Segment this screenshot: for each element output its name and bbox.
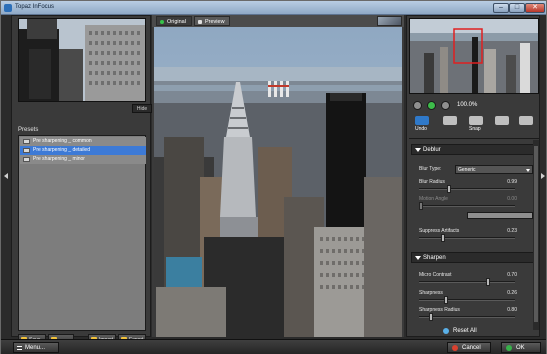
tab-preview[interactable]: Preview [194, 16, 230, 26]
slider-thumb[interactable] [447, 185, 451, 193]
undo-label: Undo [415, 126, 427, 132]
preview-area: Original Preview [152, 15, 404, 337]
suppress-artifacts-slider[interactable] [419, 234, 515, 242]
zoom-level: 100.0% [457, 102, 478, 108]
motion-angle-slider[interactable] [419, 202, 515, 210]
motion-angle-bar[interactable] [467, 212, 533, 219]
zoom-fit-icon[interactable] [427, 101, 436, 110]
slider-thumb[interactable] [486, 278, 490, 286]
split-view-icon[interactable] [377, 16, 402, 26]
deblur-section-header[interactable]: Deblur [411, 144, 537, 155]
sharpness-radius-slider[interactable] [419, 313, 515, 321]
cancel-button[interactable]: Cancel [447, 342, 491, 353]
panel-scrollbar[interactable] [533, 140, 539, 330]
preset-item[interactable]: Pre sharpening _ common [20, 137, 146, 146]
blur-type-select[interactable]: Generic [455, 165, 533, 174]
redo-icon[interactable] [443, 116, 457, 125]
window-title: Topaz InFocus [15, 4, 55, 10]
micro-contrast-label: Micro Contrast [419, 272, 452, 278]
blur-radius-value: 0.99 [507, 179, 517, 185]
micro-contrast-slider[interactable] [419, 278, 515, 286]
divider [409, 138, 539, 139]
navigator-preview[interactable] [409, 18, 539, 94]
left-panel: Hide Presets Pre sharpening _ common Pre… [11, 15, 152, 345]
scrollbar-thumb[interactable] [534, 146, 538, 322]
micro-contrast-value: 0.70 [507, 272, 517, 278]
motion-angle-label: Motion Angle [419, 196, 448, 202]
compare-icon[interactable] [495, 116, 509, 125]
blur-type-label: Blur Type: [419, 166, 442, 172]
preset-item[interactable]: Pre sharpening _ minor [20, 155, 146, 164]
reset-all-button[interactable]: Reset All [435, 326, 513, 336]
sharpness-slider[interactable] [419, 296, 515, 304]
main-photo[interactable] [154, 27, 402, 337]
view-tabs: Original Preview [152, 15, 404, 27]
bottom-bar: Menu... Cancel OK [1, 339, 546, 354]
preset-label: Pre sharpening _ minor [33, 156, 85, 162]
zoom-controls: 100.0% [409, 100, 539, 112]
app-window: Topaz InFocus – □ ✕ Hide Presets Pre sha… [0, 0, 547, 354]
sharpness-value: 0.26 [507, 290, 517, 296]
motion-angle-value: 0.00 [507, 196, 517, 202]
preset-icon [23, 157, 30, 162]
hide-button[interactable]: Hide [132, 104, 152, 113]
slider-thumb[interactable] [429, 313, 433, 321]
snap-icon[interactable] [469, 116, 483, 125]
suppress-artifacts-value: 0.23 [507, 228, 517, 234]
original-dot-icon [160, 20, 164, 24]
preview-icon [198, 20, 202, 24]
preset-label: Pre sharpening _ detailed [33, 147, 90, 153]
zoom-in-icon[interactable] [441, 101, 450, 110]
menu-icon [17, 346, 22, 350]
preset-icon [23, 139, 30, 144]
collapse-triangle-icon [415, 148, 421, 152]
presets-list: Pre sharpening _ common Pre sharpening _… [18, 135, 146, 331]
maximize-button[interactable]: □ [509, 3, 525, 13]
sharpness-radius-value: 0.80 [507, 307, 517, 313]
collapse-triangle-icon [415, 256, 421, 260]
preset-icon [23, 148, 30, 153]
city-photo-image [154, 27, 402, 337]
app-icon [4, 4, 12, 12]
snap-label: Snap [469, 126, 481, 132]
slider-thumb[interactable] [441, 234, 445, 242]
ok-button[interactable]: OK [501, 342, 541, 353]
navigator-thumbnail[interactable] [18, 18, 146, 102]
thumbnail-image [19, 19, 145, 101]
slider-thumb[interactable] [419, 202, 423, 210]
navigator-image [410, 19, 538, 93]
sharpen-section-header[interactable]: Sharpen [411, 252, 537, 263]
sharpness-label: Sharpness [419, 290, 443, 296]
tab-original[interactable]: Original [156, 16, 192, 26]
sharpness-radius-label: Sharpness Radius [419, 307, 460, 313]
collapse-right-icon[interactable] [541, 173, 545, 179]
blur-radius-label: Blur Radius [419, 179, 445, 185]
chat-icon[interactable] [519, 116, 533, 125]
suppress-artifacts-label: Suppress Artifacts [419, 228, 460, 234]
menu-button[interactable]: Menu... [13, 342, 59, 353]
presets-label: Presets [18, 127, 39, 133]
cancel-icon [452, 345, 458, 351]
title-bar: Topaz InFocus – □ ✕ [1, 1, 546, 15]
preset-label: Pre sharpening _ common [33, 138, 92, 144]
slider-thumb[interactable] [444, 296, 448, 304]
ok-icon [506, 345, 512, 351]
right-panel: 100.0% Undo Snap Deblur Blur Type: Gener… [406, 15, 540, 337]
undo-icon[interactable] [415, 116, 429, 125]
zoom-out-icon[interactable] [413, 101, 422, 110]
preset-item-selected[interactable]: Pre sharpening _ detailed [20, 146, 146, 155]
collapse-left-icon[interactable] [4, 173, 8, 179]
chevron-down-icon [526, 169, 530, 172]
blur-radius-slider[interactable] [419, 185, 515, 193]
minimize-button[interactable]: – [493, 3, 509, 13]
reset-icon [443, 328, 449, 334]
close-button[interactable]: ✕ [525, 3, 545, 13]
tool-row: Undo Snap [409, 116, 539, 136]
